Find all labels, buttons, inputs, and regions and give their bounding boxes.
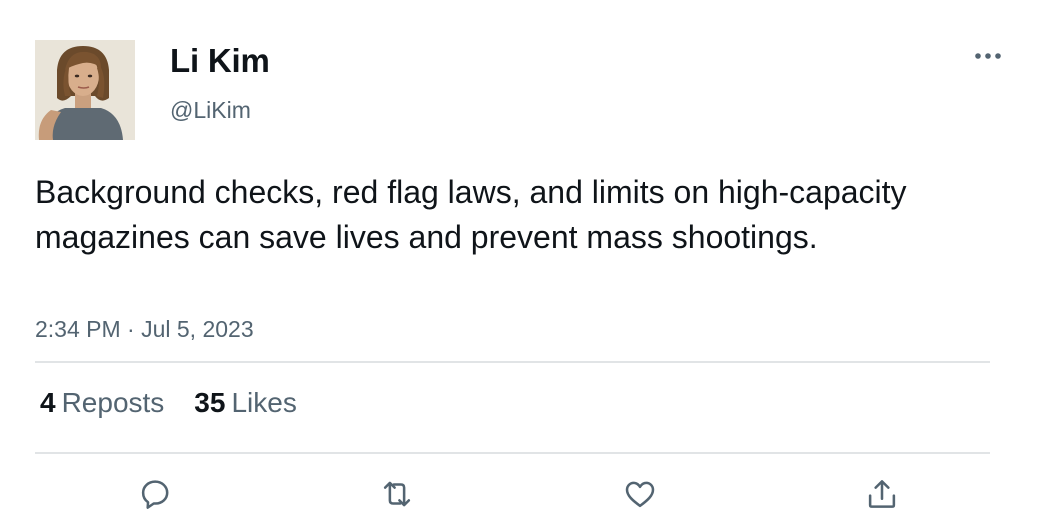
tweet-text: Background checks, red flag laws, and li… <box>35 174 907 255</box>
reply-button[interactable] <box>133 474 177 514</box>
reposts-label: Reposts <box>61 387 165 418</box>
like-button[interactable] <box>618 474 662 514</box>
display-name[interactable]: Li Kim <box>170 42 270 80</box>
share-icon <box>868 480 896 508</box>
reposts-count: 4 <box>40 387 56 418</box>
tweet-timestamp[interactable]: 2:34 PM · Jul 5, 2023 <box>35 316 254 343</box>
likes-label: Likes <box>231 387 297 418</box>
reposts-stat[interactable]: 4 Reposts <box>40 387 164 419</box>
heart-icon <box>625 481 655 508</box>
user-handle[interactable]: @LiKim <box>170 97 251 124</box>
avatar[interactable] <box>35 40 135 140</box>
divider <box>35 452 990 454</box>
likes-count: 35 <box>194 387 226 418</box>
divider <box>35 361 990 363</box>
repost-icon <box>383 481 411 507</box>
more-horizontal-icon <box>975 53 1001 59</box>
avatar-photo <box>35 40 135 140</box>
engagement-stats: 4 Reposts 35 Likes <box>40 387 297 419</box>
tweet-card: Li Kim @LiKim Background checks, red fla… <box>0 0 1050 525</box>
reply-icon <box>141 480 169 509</box>
more-options-button[interactable] <box>968 42 1008 70</box>
likes-stat[interactable]: 35 Likes <box>194 387 297 419</box>
repost-button[interactable] <box>375 474 419 514</box>
share-button[interactable] <box>860 474 904 514</box>
